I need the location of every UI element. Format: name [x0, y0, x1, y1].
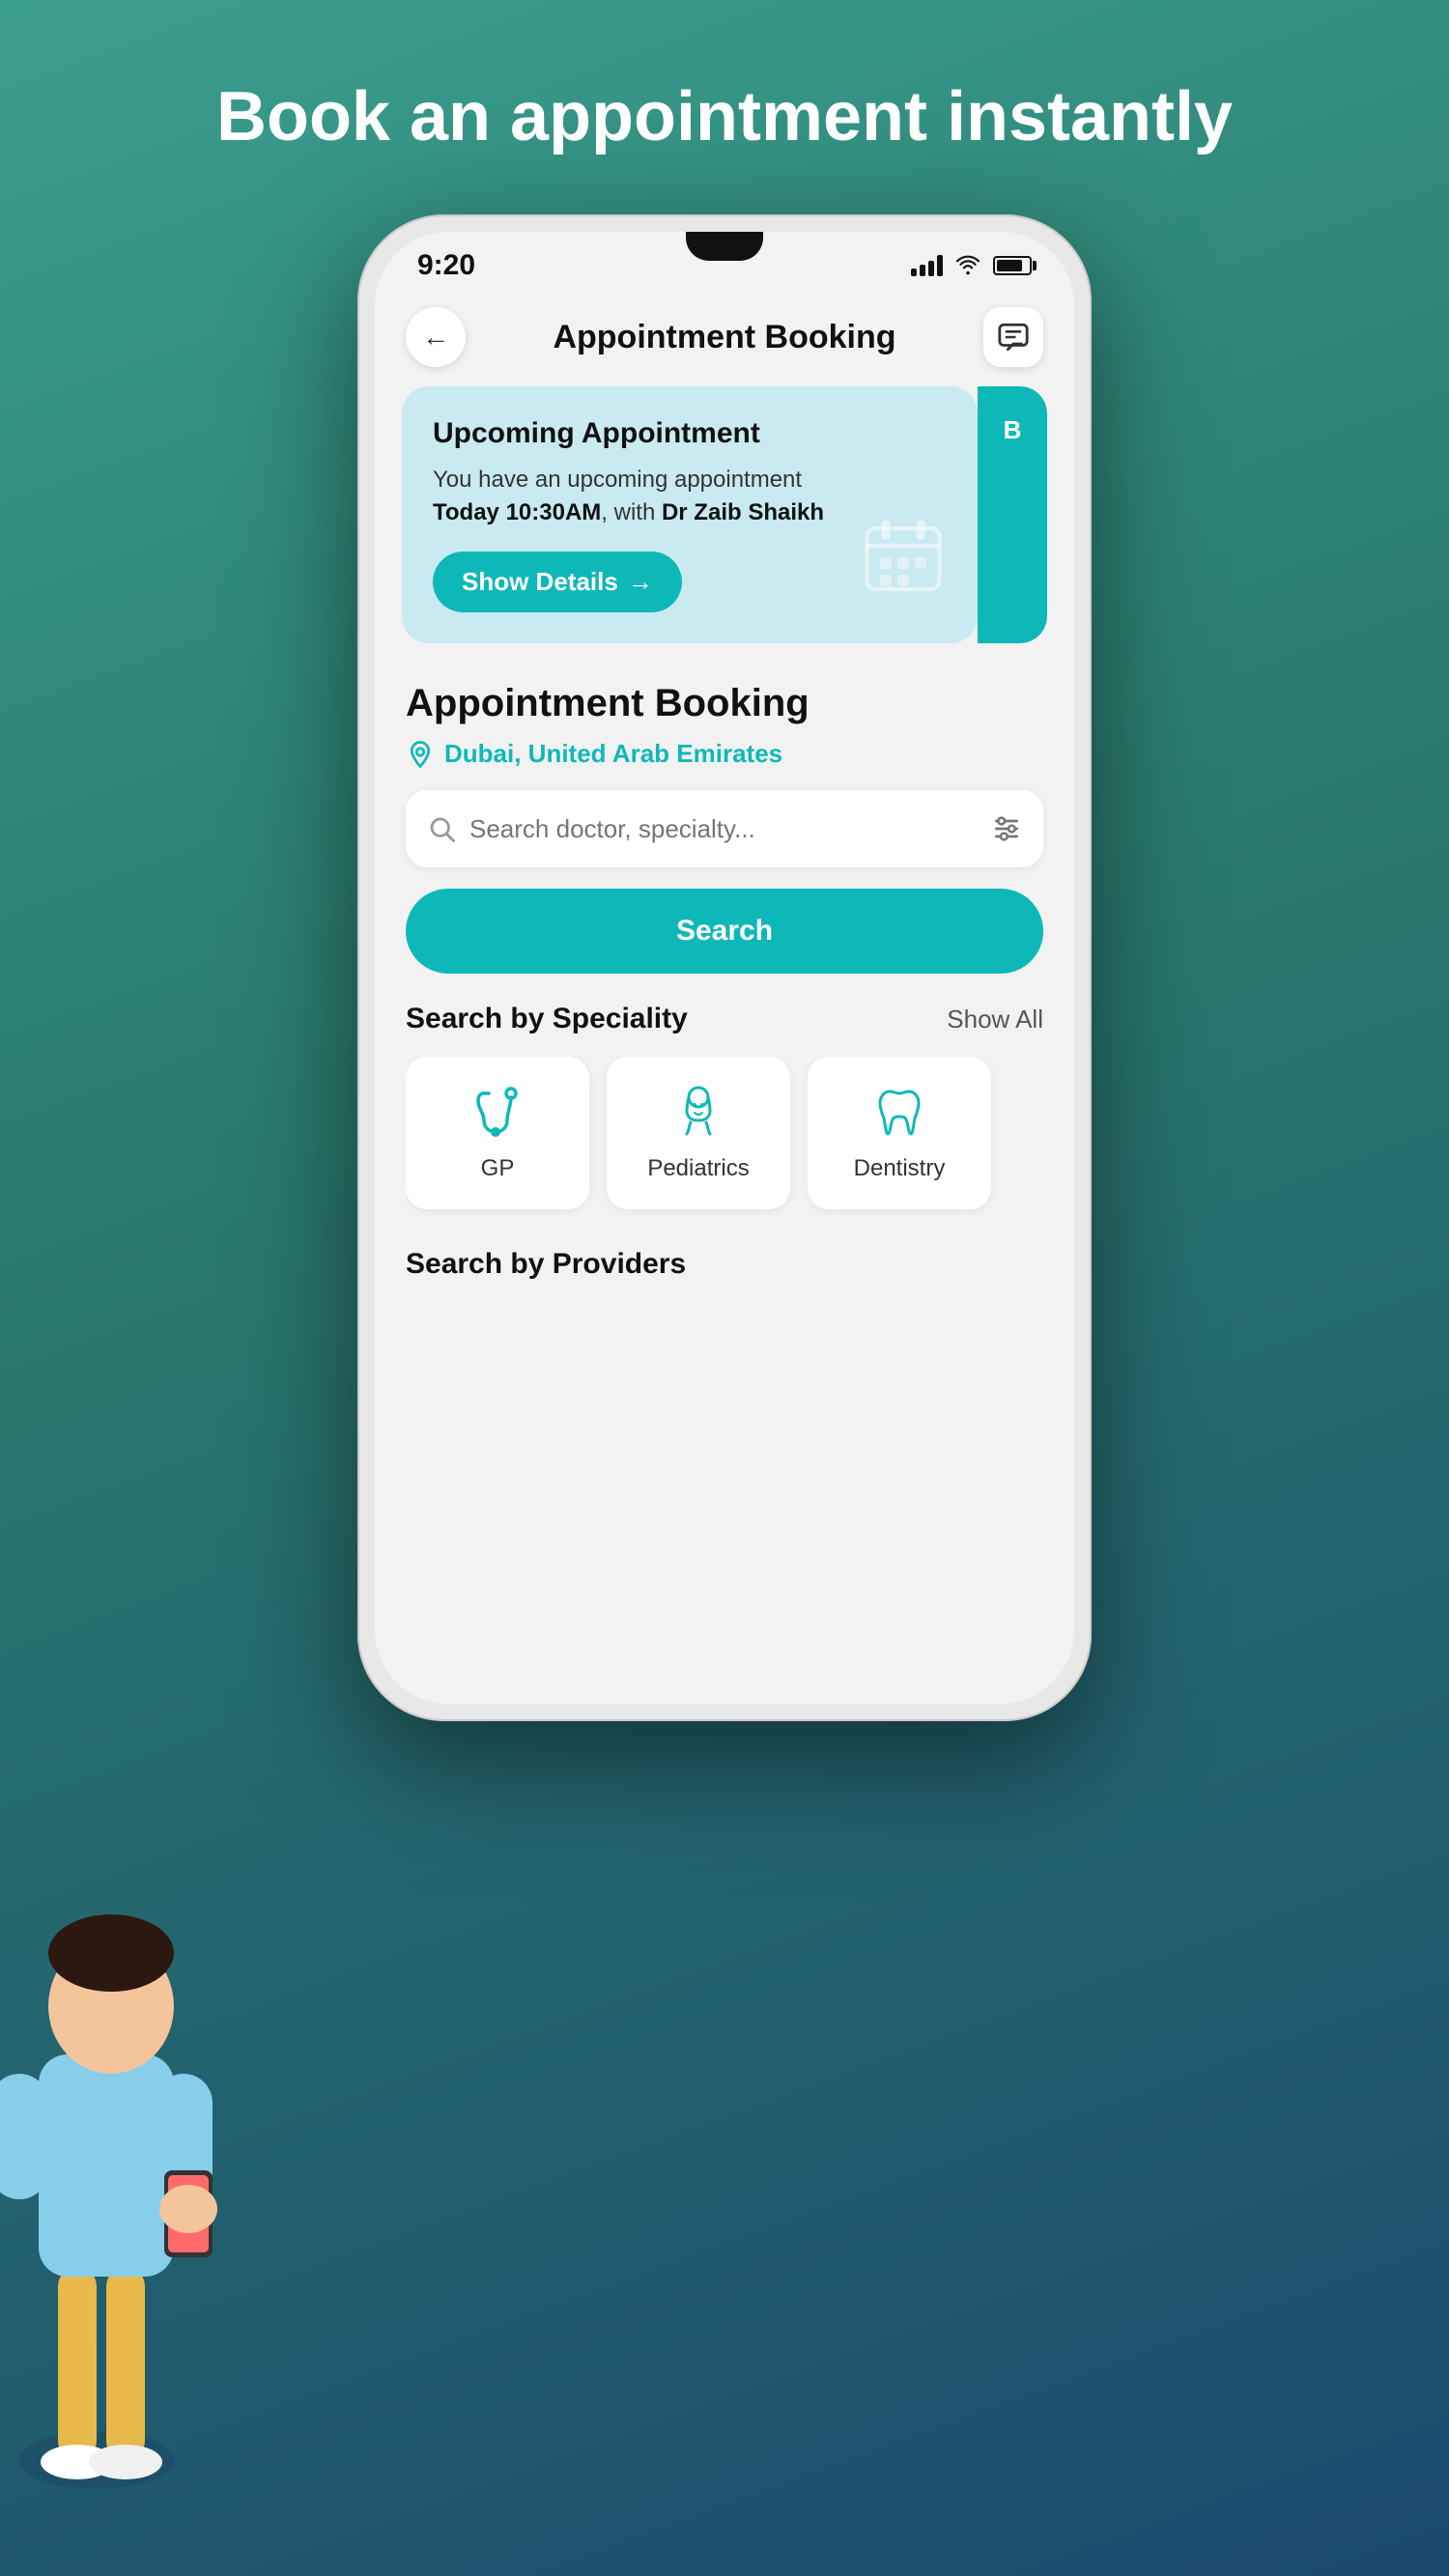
- location-text: Dubai, United Arab Emirates: [444, 739, 782, 769]
- location-pin-icon: [406, 740, 435, 769]
- header-title: Appointment Booking: [553, 319, 895, 356]
- app-header: ← Appointment Booking: [375, 290, 1074, 377]
- status-notch: [686, 232, 763, 261]
- status-time: 9:20: [417, 249, 475, 282]
- message-button[interactable]: [983, 307, 1043, 367]
- message-icon: [997, 321, 1030, 354]
- booking-section-title: Appointment Booking: [406, 682, 1043, 725]
- baby-icon: [669, 1084, 727, 1142]
- providers-section-title: Search by Providers: [406, 1248, 1043, 1281]
- show-all-button[interactable]: Show All: [947, 1005, 1043, 1034]
- filter-icon[interactable]: [991, 813, 1022, 844]
- search-input[interactable]: [469, 814, 991, 844]
- upcoming-section: Upcoming Appointment You have an upcomin…: [375, 377, 1074, 653]
- background-figure: [0, 1707, 309, 2576]
- battery-fill: [997, 260, 1022, 271]
- upcoming-title: Upcoming Appointment: [433, 417, 824, 450]
- location-row: Dubai, United Arab Emirates: [406, 739, 1043, 769]
- speciality-label-dentistry: Dentistry: [854, 1155, 946, 1182]
- battery-icon: [993, 256, 1032, 275]
- search-button[interactable]: Search: [406, 889, 1043, 974]
- phone-wrapper: 9:20: [357, 214, 1092, 1721]
- speciality-card-dentistry[interactable]: Dentistry: [808, 1057, 991, 1209]
- upcoming-appointment-card: Upcoming Appointment You have an upcomin…: [402, 386, 978, 643]
- wifi-icon: [954, 255, 981, 276]
- upcoming-description: You have an upcoming appointment Today 1…: [433, 464, 824, 528]
- status-icons: [911, 255, 1032, 276]
- search-icon: [427, 814, 456, 843]
- speciality-label-pediatrics: Pediatrics: [647, 1155, 749, 1182]
- phone-shell: 9:20: [357, 214, 1092, 1721]
- signal-bars-icon: [911, 255, 943, 276]
- speciality-section-title: Search by Speciality: [406, 1003, 688, 1035]
- back-arrow-icon: ←: [422, 322, 449, 353]
- booking-section: Appointment Booking Dubai, United Arab E…: [375, 653, 1074, 1281]
- status-bar: 9:20: [375, 232, 1074, 290]
- arrow-icon: →: [628, 567, 653, 597]
- phone-screen: 9:20: [375, 232, 1074, 1704]
- speciality-header: Search by Speciality Show All: [406, 1003, 1043, 1035]
- back-button[interactable]: ←: [406, 307, 466, 367]
- calendar-icon: [860, 511, 947, 603]
- page-headline: Book an appointment instantly: [216, 77, 1233, 156]
- upcoming-text: Upcoming Appointment You have an upcomin…: [433, 417, 824, 612]
- search-input-row[interactable]: [406, 790, 1043, 867]
- stethoscope-icon: [469, 1084, 526, 1142]
- speciality-label-gp: GP: [481, 1155, 515, 1182]
- teal-peek-card: B: [978, 386, 1047, 643]
- show-details-button[interactable]: Show Details →: [433, 552, 682, 612]
- screen-content: Upcoming Appointment You have an upcomin…: [375, 377, 1074, 1704]
- speciality-card-pediatrics[interactable]: Pediatrics: [607, 1057, 790, 1209]
- speciality-card-gp[interactable]: GP: [406, 1057, 589, 1209]
- tooth-icon: [870, 1084, 928, 1142]
- speciality-grid: GP: [406, 1057, 1043, 1219]
